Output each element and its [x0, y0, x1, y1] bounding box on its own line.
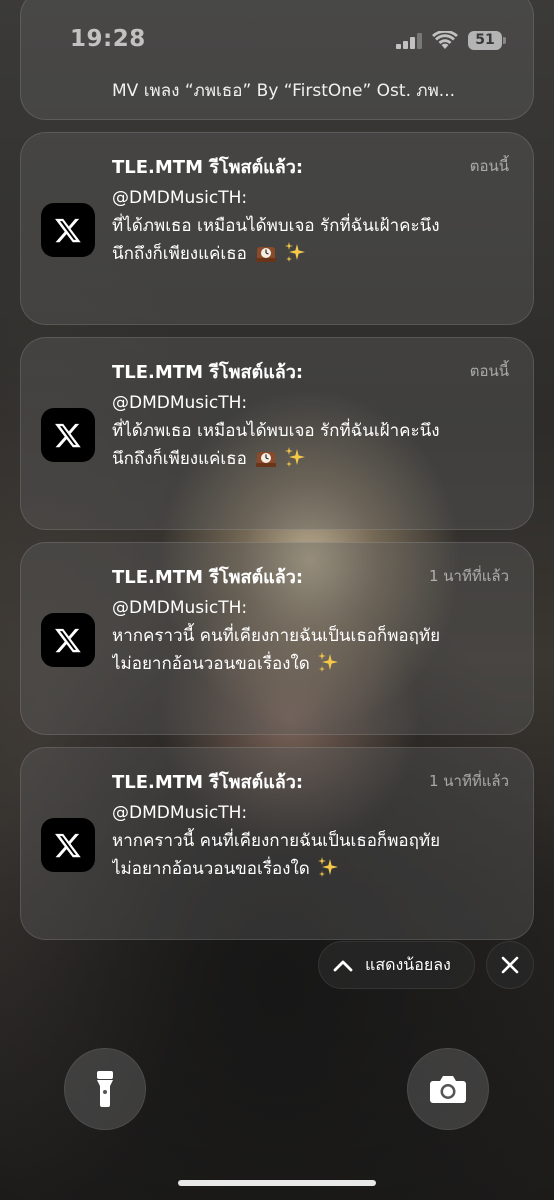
- notification-card[interactable]: TLE.MTM รีโพสต์แล้ว: 1 นาทีที่แล้ว @DMDM…: [20, 747, 534, 940]
- notification-line: นึกถึงก็เพียงแค่เธอ: [112, 244, 247, 264]
- notification-line: ที่ได้ภพเธอ เหมือนได้พบเจอ รักที่ฉันเฝ้า…: [112, 216, 440, 236]
- show-less-label: แสดงน้อยลง: [365, 954, 451, 974]
- sparkles-emoji: [318, 652, 339, 672]
- flashlight-button[interactable]: [64, 1048, 146, 1130]
- notification-time: 1 นาทีที่แล้ว: [428, 772, 509, 790]
- notification-title: TLE.MTM รีโพสต์แล้ว:: [112, 157, 304, 178]
- notification-title: TLE.MTM รีโพสต์แล้ว:: [112, 567, 304, 588]
- notification-handle: @DMDMusicTH:: [112, 188, 248, 208]
- notification-card-partial[interactable]: MV เพลง “ภพเธอ” By “FirstOne” Ost. ภพ...: [20, 0, 534, 120]
- notification-card[interactable]: TLE.MTM รีโพสต์แล้ว: ตอนนี้ @DMDMusicTH:…: [20, 132, 534, 325]
- notification-line: ไม่อยากอ้อนวอนขอเรื่องใด: [112, 654, 310, 674]
- notification-body: MV เพลง “ภพเธอ” By “FirstOne” Ost. ภพ...: [112, 81, 456, 101]
- notification-title: TLE.MTM รีโพสต์แล้ว:: [112, 362, 304, 383]
- notification-body: @DMDMusicTH: หากคราวนี้ คนที่เคียงกายฉัน…: [112, 799, 524, 883]
- notification-handle: @DMDMusicTH:: [112, 393, 248, 413]
- mantelpiece-clock-emoji: [256, 452, 277, 467]
- show-less-button[interactable]: แสดงน้อยลง: [318, 941, 475, 989]
- x-logo-icon: [41, 613, 95, 667]
- sparkles-emoji: [284, 242, 305, 262]
- sparkles-emoji: [318, 857, 339, 877]
- notification-body: @DMDMusicTH: ที่ได้ภพเธอ เหมือนได้พบเจอ …: [112, 184, 524, 268]
- notification-body: @DMDMusicTH: หากคราวนี้ คนที่เคียงกายฉัน…: [112, 594, 524, 678]
- notification-line-with-emoji: นึกถึงก็เพียงแค่เธอ: [112, 445, 524, 473]
- mantelpiece-clock-emoji: [256, 247, 277, 262]
- notification-time: 1 นาทีที่แล้ว: [428, 567, 509, 585]
- notification-line-with-emoji: นึกถึงก็เพียงแค่เธอ: [112, 240, 524, 268]
- sparkles-emoji: [284, 447, 305, 467]
- close-icon: [501, 956, 519, 974]
- notification-line: หากคราวนี้ คนที่เคียงกายฉันเป็นเธอก็พอฤท…: [112, 831, 441, 851]
- clear-notifications-button[interactable]: [486, 941, 534, 989]
- notification-time: ตอนนี้: [469, 362, 509, 380]
- flashlight-icon: [97, 1071, 113, 1107]
- notification-line: นึกถึงก็เพียงแค่เธอ: [112, 449, 247, 469]
- notification-line-with-emoji: ไม่อยากอ้อนวอนขอเรื่องใด: [112, 650, 524, 678]
- notification-time: ตอนนี้: [469, 157, 509, 175]
- camera-icon: [430, 1076, 466, 1103]
- chevron-up-icon: [333, 960, 353, 972]
- notification-line: หากคราวนี้ คนที่เคียงกายฉันเป็นเธอก็พอฤท…: [112, 626, 441, 646]
- notification-line-with-emoji: ไม่อยากอ้อนวอนขอเรื่องใด: [112, 855, 524, 883]
- x-logo-icon: [41, 818, 95, 872]
- notification-card[interactable]: TLE.MTM รีโพสต์แล้ว: ตอนนี้ @DMDMusicTH:…: [20, 337, 534, 530]
- x-logo-icon: [41, 203, 95, 257]
- notification-line: ที่ได้ภพเธอ เหมือนได้พบเจอ รักที่ฉันเฝ้า…: [112, 421, 440, 441]
- notification-card[interactable]: TLE.MTM รีโพสต์แล้ว: 1 นาทีที่แล้ว @DMDM…: [20, 542, 534, 735]
- notification-body: @DMDMusicTH: ที่ได้ภพเธอ เหมือนได้พบเจอ …: [112, 389, 524, 473]
- home-indicator[interactable]: [178, 1180, 376, 1186]
- notification-title: TLE.MTM รีโพสต์แล้ว:: [112, 772, 304, 793]
- notification-line: ไม่อยากอ้อนวอนขอเรื่องใด: [112, 859, 310, 879]
- notification-handle: @DMDMusicTH:: [112, 803, 248, 823]
- camera-button[interactable]: [407, 1048, 489, 1130]
- notification-handle: @DMDMusicTH:: [112, 598, 248, 618]
- x-logo-icon: [41, 408, 95, 462]
